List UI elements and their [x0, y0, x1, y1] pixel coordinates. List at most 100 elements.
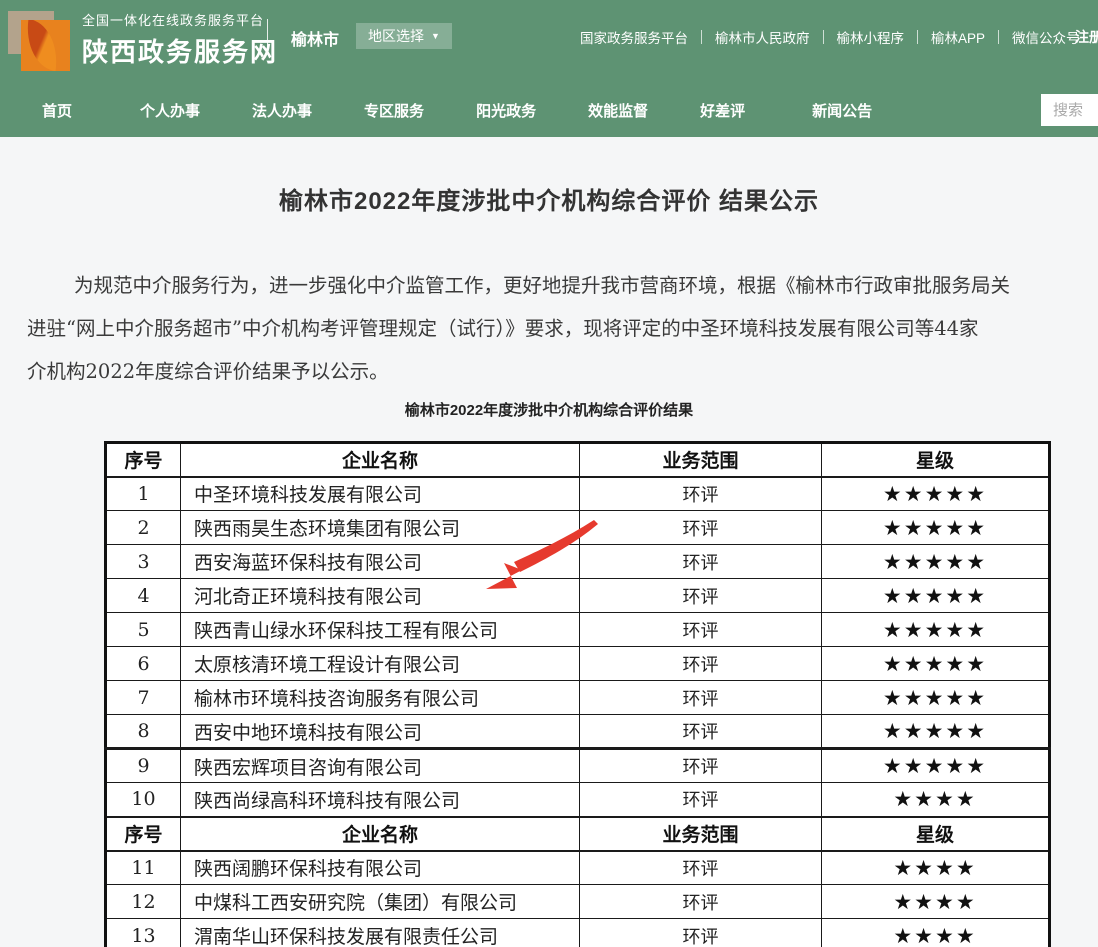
- cell-star-rating: ★★★★★: [822, 647, 1050, 681]
- table-row: 5陕西青山绿水环保科技工程有限公司环评★★★★★: [106, 613, 1050, 647]
- cell-star-rating: ★★★★★: [822, 545, 1050, 579]
- table-row: 6太原核清环境工程设计有限公司环评★★★★★: [106, 647, 1050, 681]
- nav-item[interactable]: 法人办事: [252, 100, 312, 121]
- header-link[interactable]: 榆林市人民政府: [702, 27, 823, 47]
- cell-business-scope: 环评: [580, 851, 822, 885]
- column-header: 企业名称: [181, 817, 580, 851]
- nav-item[interactable]: 个人办事: [140, 100, 200, 121]
- brand-text: 全国一体化在线政务服务平台 陕西政务服务网: [82, 10, 278, 69]
- cell-business-scope: 环评: [580, 919, 822, 947]
- column-header: 企业名称: [181, 443, 580, 477]
- cell-company-name: 榆林市环境科技咨询服务有限公司: [181, 681, 580, 715]
- column-header: 业务范围: [580, 817, 822, 851]
- cell-business-scope: 环评: [580, 681, 822, 715]
- platform-tagline: 全国一体化在线政务服务平台: [82, 10, 278, 29]
- cell-business-scope: 环评: [580, 715, 822, 749]
- table-row: 7榆林市环境科技咨询服务有限公司环评★★★★★: [106, 681, 1050, 715]
- nav-item[interactable]: 好差评: [700, 100, 745, 121]
- table-header-row: 序号企业名称业务范围星级: [106, 817, 1050, 851]
- cell-business-scope: 环评: [580, 579, 822, 613]
- current-city-label: 榆林市: [291, 26, 339, 50]
- evaluation-table: 序号企业名称业务范围星级1中圣环境科技发展有限公司环评★★★★★2陕西雨昊生态环…: [104, 441, 1051, 947]
- cell-company-name: 陕西雨昊生态环境集团有限公司: [181, 511, 580, 545]
- cell-business-scope: 环评: [580, 647, 822, 681]
- region-selector-button[interactable]: 地区选择 ▼: [356, 23, 452, 49]
- table-row: 10陕西尚绿高科环境科技有限公司环评★★★★: [106, 783, 1050, 817]
- cell-star-rating: ★★★★★: [822, 613, 1050, 647]
- nav-item[interactable]: 首页: [42, 100, 72, 121]
- announcement-document: 榆林市2022年度涉批中介机构综合评价 结果公示 为规范中介服务行为，进一步强化…: [0, 137, 1098, 947]
- register-link[interactable]: 注册: [1075, 27, 1098, 47]
- cell-company-name: 陕西尚绿高科环境科技有限公司: [181, 783, 580, 817]
- header-link[interactable]: 榆林APP: [918, 27, 998, 47]
- cell-serial: 6: [106, 647, 181, 681]
- table-row: 2陕西雨昊生态环境集团有限公司环评★★★★★: [106, 511, 1050, 545]
- search-box[interactable]: [1041, 94, 1098, 126]
- table-row: 9陕西宏辉项目咨询有限公司环评★★★★★: [106, 749, 1050, 783]
- cell-serial: 13: [106, 919, 181, 947]
- cell-serial: 9: [106, 749, 181, 783]
- column-header: 序号: [106, 817, 181, 851]
- table-caption: 榆林市2022年度涉批中介机构综合评价结果: [0, 399, 1098, 420]
- cell-company-name: 中煤科工西安研究院（集团）有限公司: [181, 885, 580, 919]
- paragraph-line: 介机构2022年度综合评价结果予以公示。: [27, 350, 1098, 393]
- paragraph-line: 进驻“网上中介服务超市”中介机构考评管理规定（试行）》要求，现将评定的中圣环境科…: [27, 307, 1098, 350]
- site-name: 陕西政务服务网: [82, 32, 278, 69]
- cell-star-rating: ★★★★★: [822, 749, 1050, 783]
- cell-serial: 10: [106, 783, 181, 817]
- header-quick-links: 国家政务服务平台榆林市人民政府榆林小程序榆林APP微信公众号: [567, 27, 1093, 47]
- chevron-down-icon: ▼: [431, 32, 440, 41]
- cell-serial: 4: [106, 579, 181, 613]
- header-divider: [267, 19, 268, 49]
- column-header: 业务范围: [580, 443, 822, 477]
- cell-company-name: 陕西宏辉项目咨询有限公司: [181, 749, 580, 783]
- cell-company-name: 西安海蓝环保科技有限公司: [181, 545, 580, 579]
- table-row: 3西安海蓝环保科技有限公司环评★★★★★: [106, 545, 1050, 579]
- cell-company-name: 陕西阔鹏环保科技有限公司: [181, 851, 580, 885]
- site-logo[interactable]: [8, 9, 70, 71]
- cell-serial: 7: [106, 681, 181, 715]
- cell-star-rating: ★★★★: [822, 783, 1050, 817]
- table-row: 1中圣环境科技发展有限公司环评★★★★★: [106, 477, 1050, 511]
- cell-star-rating: ★★★★: [822, 885, 1050, 919]
- nav-item[interactable]: 阳光政务: [476, 100, 536, 121]
- column-header: 星级: [822, 443, 1050, 477]
- cell-serial: 3: [106, 545, 181, 579]
- table-row: 12中煤科工西安研究院（集团）有限公司环评★★★★: [106, 885, 1050, 919]
- main-nav-list: 首页 个人办事 法人办事 专区服务 阳光政务 效能监督 好差评 新闻公告: [0, 84, 1098, 137]
- region-selector-label: 地区选择: [368, 26, 424, 46]
- column-header: 序号: [106, 443, 181, 477]
- nav-item[interactable]: 新闻公告: [812, 100, 872, 121]
- header-link[interactable]: 榆林小程序: [824, 27, 918, 47]
- cell-serial: 11: [106, 851, 181, 885]
- cell-company-name: 河北奇正环境科技有限公司: [181, 579, 580, 613]
- cell-company-name: 渭南华山环保科技发展有限责任公司: [181, 919, 580, 947]
- cell-serial: 8: [106, 715, 181, 749]
- nav-item[interactable]: 专区服务: [364, 100, 424, 121]
- cell-serial: 12: [106, 885, 181, 919]
- cell-business-scope: 环评: [580, 545, 822, 579]
- nav-item[interactable]: 效能监督: [588, 100, 648, 121]
- cell-business-scope: 环评: [580, 477, 822, 511]
- cell-star-rating: ★★★★★: [822, 579, 1050, 613]
- cell-business-scope: 环评: [580, 613, 822, 647]
- cell-company-name: 陕西青山绿水环保科技工程有限公司: [181, 613, 580, 647]
- cell-star-rating: ★★★★★: [822, 715, 1050, 749]
- header-link[interactable]: 国家政务服务平台: [567, 27, 701, 47]
- table-row: 11陕西阔鹏环保科技有限公司环评★★★★: [106, 851, 1050, 885]
- cell-serial: 2: [106, 511, 181, 545]
- cell-business-scope: 环评: [580, 749, 822, 783]
- cell-star-rating: ★★★★★: [822, 511, 1050, 545]
- search-input[interactable]: [1041, 94, 1098, 126]
- site-header: 全国一体化在线政务服务平台 陕西政务服务网 榆林市 地区选择 ▼ 国家政务服务平…: [0, 0, 1098, 84]
- cell-business-scope: 环评: [580, 783, 822, 817]
- main-nav: 首页 个人办事 法人办事 专区服务 阳光政务 效能监督 好差评 新闻公告: [0, 84, 1098, 137]
- table-row: 4河北奇正环境科技有限公司环评★★★★★: [106, 579, 1050, 613]
- cell-star-rating: ★★★★: [822, 851, 1050, 885]
- announcement-paragraph: 为规范中介服务行为，进一步强化中介监管工作，更好地提升我市营商环境，根据《榆林市…: [0, 264, 1098, 393]
- paragraph-line: 为规范中介服务行为，进一步强化中介监管工作，更好地提升我市营商环境，根据《榆林市…: [74, 264, 1098, 307]
- cell-serial: 5: [106, 613, 181, 647]
- cell-star-rating: ★★★★★: [822, 681, 1050, 715]
- column-header: 星级: [822, 817, 1050, 851]
- page: { "brand": { "platform_line": "全国一体化在线政务…: [0, 0, 1098, 947]
